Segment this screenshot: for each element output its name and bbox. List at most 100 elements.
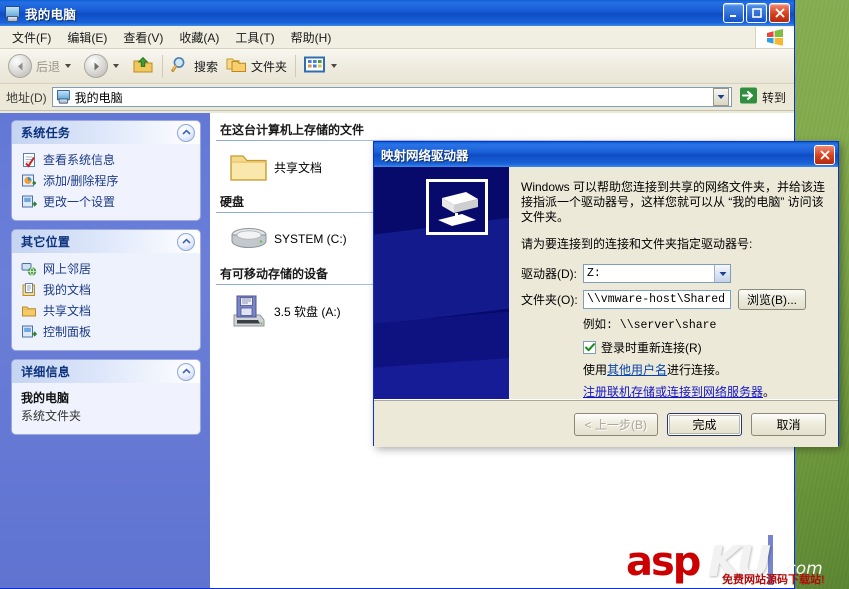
other-user-prefix: 使用	[583, 363, 608, 377]
example-text: 例如: \\server\share	[583, 319, 717, 332]
back-button[interactable]: 后退	[4, 52, 80, 80]
reconnect-label: 登录时重新连接(R)	[601, 341, 702, 355]
reconnect-checkbox[interactable]	[583, 341, 596, 354]
back-step-button[interactable]: < 上一步(B)	[573, 412, 658, 436]
back-arrow-icon	[8, 54, 32, 78]
chevron-up-icon[interactable]	[177, 232, 195, 251]
reconnect-checkbox-row[interactable]: 登录时重新连接(R)	[583, 339, 826, 356]
panel-header[interactable]: 详细信息	[12, 360, 200, 383]
other-user-line: 使用其他用户名进行连接。	[583, 361, 826, 378]
signup-line: 注册联机存储或连接到网络服务器。	[583, 383, 826, 400]
address-my-computer-icon	[55, 88, 71, 107]
network-drive-icon	[426, 179, 488, 235]
sidebar-item-label: 查看系统信息	[43, 153, 116, 167]
dialog-footer: < 上一步(B) 完成 取消	[374, 400, 838, 447]
up-folder-icon	[132, 55, 154, 78]
folder-row: 文件夹(O): \\vmware-host\Shared F 浏览(B)...	[521, 289, 826, 310]
sidebar-item-label: 添加/删除程序	[43, 174, 119, 188]
sidebar-item-system-info[interactable]: 查看系统信息	[21, 150, 194, 169]
chevron-up-icon[interactable]	[177, 362, 195, 381]
other-user-suffix: 进行连接。	[667, 363, 728, 377]
system-info-icon	[21, 152, 38, 168]
change-setting-icon	[21, 194, 38, 210]
file-item-label: SYSTEM (C:)	[274, 232, 347, 246]
search-button[interactable]: 搜索	[167, 52, 222, 80]
dialog-body: Windows 可以帮助您连接到共享的网络文件夹，并给该连接指派一个驱动器号，这…	[374, 167, 838, 400]
panel-header[interactable]: 其它位置	[12, 230, 200, 253]
folders-label: 文件夹	[251, 59, 288, 74]
file-item-label: 共享文档	[274, 160, 323, 175]
sidebar-item-add-remove-programs[interactable]: 添加/删除程序	[21, 171, 194, 190]
forward-button[interactable]	[80, 52, 128, 80]
window-titlebar: 我的电脑	[0, 0, 794, 26]
dialog-titlebar: 映射网络驱动器	[374, 142, 838, 167]
address-input[interactable]: 我的电脑	[51, 87, 732, 107]
sidebar-item-label: 控制面板	[43, 325, 92, 339]
control-panel-icon	[21, 324, 38, 340]
dialog-banner	[374, 167, 509, 399]
forward-dropdown-icon[interactable]	[113, 64, 120, 68]
drive-value: Z:	[587, 267, 601, 280]
menu-item-tools[interactable]: 工具(T)	[227, 27, 282, 48]
dialog-content: Windows 可以帮助您连接到共享的网络文件夹，并给该连接指派一个驱动器号，这…	[509, 167, 838, 399]
network-places-icon	[21, 261, 38, 277]
cancel-button[interactable]: 取消	[751, 412, 826, 436]
maximize-button[interactable]	[746, 3, 767, 23]
menu-item-favorites[interactable]: 收藏(A)	[171, 27, 227, 48]
panel-system-tasks: 系统任务 查看系统信息 添加/删除程序 更改一个设置	[12, 121, 200, 220]
signup-link[interactable]: 注册联机存储或连接到网络服务器	[583, 385, 763, 399]
chevron-up-icon[interactable]	[177, 123, 195, 142]
close-button[interactable]	[769, 3, 790, 23]
menu-item-help[interactable]: 帮助(H)	[283, 27, 340, 48]
panel-other-places: 其它位置 网上邻居 我的文档 共享文档 控制面板	[12, 230, 200, 350]
add-remove-programs-icon	[21, 173, 38, 189]
browse-button[interactable]: 浏览(B)...	[738, 289, 806, 310]
toolbar: 后退 搜索 文件夹	[0, 49, 794, 84]
minimize-button[interactable]	[723, 3, 744, 23]
logo-asp-text: asp	[626, 539, 701, 585]
other-user-link[interactable]: 其他用户名	[607, 363, 667, 377]
panel-title: 其它位置	[21, 235, 71, 249]
views-button[interactable]	[300, 52, 346, 80]
panel-title: 系统任务	[21, 126, 71, 140]
file-group-stored-files: 在这台计算机上存储的文件	[216, 121, 782, 141]
go-button[interactable]: 转到	[736, 86, 791, 108]
details-body: 我的电脑 系统文件夹	[12, 383, 200, 434]
search-icon	[171, 55, 190, 77]
sidebar: 系统任务 查看系统信息 添加/删除程序 更改一个设置 其它位置 网上邻居 我的文…	[0, 113, 210, 588]
shared-documents-icon	[21, 303, 38, 319]
back-label: 后退	[36, 59, 61, 74]
address-dropdown-icon[interactable]	[712, 88, 729, 106]
menu-item-file[interactable]: 文件(F)	[4, 27, 59, 48]
forward-arrow-icon	[84, 54, 109, 78]
my-documents-icon	[21, 282, 38, 298]
floppy-drive-icon	[226, 293, 272, 329]
sidebar-item-label: 我的文档	[43, 283, 92, 297]
back-dropdown-icon[interactable]	[65, 64, 72, 68]
folder-icon	[226, 150, 272, 184]
sidebar-item-label: 共享文档	[43, 304, 92, 318]
folders-button[interactable]: 文件夹	[222, 52, 291, 80]
views-dropdown-icon[interactable]	[331, 64, 338, 68]
up-button[interactable]	[128, 52, 158, 80]
window-title: 我的电脑	[25, 7, 77, 22]
panel-header[interactable]: 系统任务	[12, 121, 200, 144]
folder-label: 文件夹(O):	[521, 293, 578, 307]
sidebar-item-change-setting[interactable]: 更改一个设置	[21, 192, 194, 211]
menu-item-edit[interactable]: 编辑(E)	[59, 27, 115, 48]
address-value: 我的电脑	[74, 90, 123, 105]
drive-combobox[interactable]: Z:	[583, 264, 731, 283]
panel-details: 详细信息 我的电脑 系统文件夹	[12, 360, 200, 434]
toolbar-separator	[162, 55, 164, 77]
sidebar-item-control-panel[interactable]: 控制面板	[21, 322, 194, 341]
dialog-title: 映射网络驱动器	[381, 149, 469, 163]
sidebar-item-network-places[interactable]: 网上邻居	[21, 259, 194, 278]
dialog-close-button[interactable]	[814, 144, 835, 165]
finish-button[interactable]: 完成	[667, 412, 742, 436]
menu-item-view[interactable]: 查看(V)	[115, 27, 171, 48]
sidebar-item-my-documents[interactable]: 我的文档	[21, 280, 194, 299]
chevron-down-icon[interactable]	[714, 265, 730, 282]
sidebar-item-shared-documents[interactable]: 共享文档	[21, 301, 194, 320]
folder-combobox[interactable]: \\vmware-host\Shared F	[583, 290, 731, 309]
address-label: 地址(D)	[6, 90, 47, 105]
